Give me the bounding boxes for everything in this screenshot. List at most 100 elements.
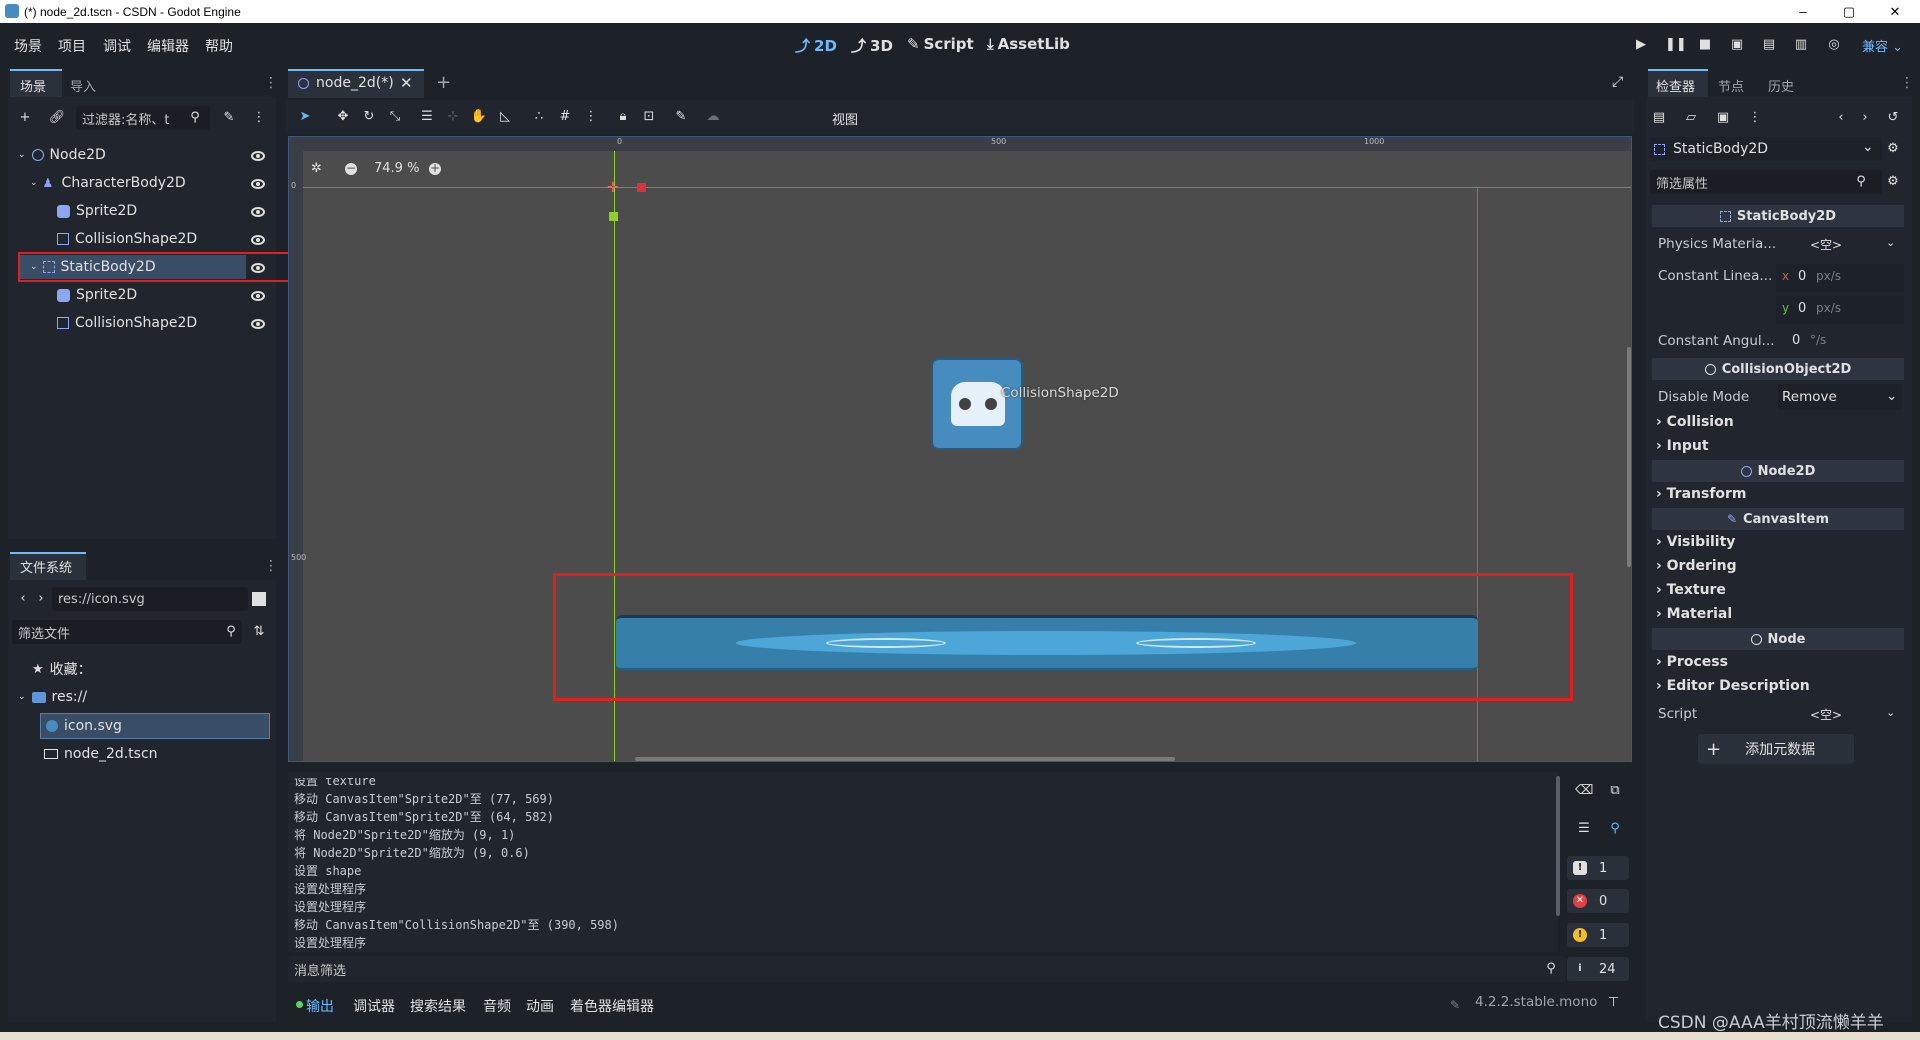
canvas-viewport[interactable]: 0 500 1000 0 500 ✲ − 74.9 % + ✛ Collisio… <box>288 136 1632 762</box>
visibility-eye-icon[interactable] <box>251 263 265 273</box>
tab-history[interactable]: 历史 <box>1768 76 1794 95</box>
close-window-button[interactable]: ✕ <box>1872 0 1918 23</box>
list-select-icon[interactable]: ☰ <box>418 108 436 126</box>
object-history-icon[interactable]: ↺ <box>1884 109 1902 127</box>
group-material[interactable]: › Material <box>1656 606 1732 622</box>
move-tool-icon[interactable]: ✥ <box>334 108 352 126</box>
zoom-in-icon[interactable]: + <box>429 162 441 175</box>
filter-search-icon[interactable]: ⚲ <box>1606 820 1624 838</box>
group-process[interactable]: › Process <box>1656 654 1728 670</box>
zoom-level[interactable]: 74.9 % <box>374 161 419 176</box>
visibility-eye-icon[interactable] <box>251 151 265 161</box>
menu-scene[interactable]: 场景 <box>14 36 42 56</box>
select-tool-icon[interactable]: ➤ <box>296 108 314 126</box>
visibility-eye-icon[interactable] <box>251 207 265 217</box>
menu-editor[interactable]: 编辑器 <box>147 36 189 56</box>
mode-3d-button[interactable]: ⤴ 3D <box>851 35 893 56</box>
visibility-eye-icon[interactable] <box>251 319 265 329</box>
clear-log-icon[interactable]: ⌫ <box>1575 782 1593 800</box>
zoom-out-icon[interactable]: − <box>345 162 357 175</box>
rotate-tool-icon[interactable]: ↻ <box>360 108 378 126</box>
tree-row-collisionshape2d-a[interactable]: CollisionShape2D <box>57 226 197 252</box>
grid-snap-icon[interactable]: # <box>556 108 574 126</box>
visibility-eye-icon[interactable] <box>251 235 265 245</box>
physics-material-value[interactable]: <空> <box>1810 236 1842 253</box>
play-scene-icon[interactable]: ▤ <box>1761 37 1777 53</box>
tab-debugger[interactable]: 调试器 <box>353 996 395 1016</box>
tree-row-sprite2d-a[interactable]: Sprite2D <box>57 198 137 224</box>
property-filter-input[interactable]: 筛选属性 <box>1650 170 1882 194</box>
forward-icon[interactable]: › <box>32 590 50 608</box>
visibility-eye-icon[interactable] <box>251 179 265 189</box>
fs-favorites[interactable]: ★ 收藏： <box>32 656 92 682</box>
error-count-badge[interactable]: ✕ 0 <box>1567 889 1629 913</box>
tab-shader-editor[interactable]: 着色器编辑器 <box>570 996 654 1016</box>
play-icon[interactable]: ▶ <box>1633 37 1649 53</box>
menu-help[interactable]: 帮助 <box>205 36 233 56</box>
center-view-icon[interactable]: ✲ <box>311 161 322 176</box>
expand-panel-icon[interactable]: ⊤ <box>1608 995 1619 1010</box>
resource-menu-icon[interactable]: ⋮ <box>1746 109 1764 127</box>
total-count-badge[interactable]: i 24 <box>1567 957 1629 981</box>
link-icon[interactable]: 🔗︎ <box>48 109 66 127</box>
maximize-button[interactable]: ▢ <box>1826 0 1872 23</box>
sort-icon[interactable]: ⇅ <box>250 623 268 641</box>
menu-project[interactable]: 项目 <box>58 36 86 56</box>
view-menu[interactable]: 视图 <box>832 109 858 128</box>
back-icon[interactable]: ‹ <box>14 590 32 608</box>
snap-options-icon[interactable]: ⋮ <box>582 108 600 126</box>
fs-res-root[interactable]: ⌄ res:// <box>18 684 87 710</box>
group-editor-description[interactable]: › Editor Description <box>1656 678 1810 694</box>
minimize-button[interactable]: – <box>1780 0 1826 23</box>
tab-node2d[interactable]: node_2d(*) <box>316 75 394 91</box>
group-ordering[interactable]: › Ordering <box>1656 558 1737 574</box>
add-tab-icon[interactable]: + <box>436 72 451 93</box>
dock-menu-icon[interactable]: ⋮ <box>1900 75 1914 91</box>
property-options-icon[interactable]: ⚙ <box>1884 173 1902 191</box>
pan-tool-icon[interactable]: ✋ <box>470 108 488 126</box>
group-transform[interactable]: › Transform <box>1656 486 1747 502</box>
group-collision[interactable]: › Collision <box>1656 414 1734 430</box>
tree-row-node2d[interactable]: ⌄ Node2D <box>18 142 106 168</box>
log-scrollbar[interactable] <box>1556 776 1560 916</box>
mode-assetlib-button[interactable]: ⤓ AssetLib <box>987 35 1070 53</box>
group-visibility[interactable]: › Visibility <box>1656 534 1735 550</box>
fs-path-input[interactable]: res://icon.svg <box>52 587 248 611</box>
ruler-tool-icon[interactable]: ◺ <box>496 108 514 126</box>
open-resource-icon[interactable]: ▱ <box>1682 109 1700 127</box>
fs-node2d-tscn[interactable]: node_2d.tscn <box>44 741 158 767</box>
linear-x-field[interactable]: x 0 px/s <box>1776 264 1904 292</box>
tab-animation[interactable]: 动画 <box>526 996 554 1016</box>
group-input[interactable]: › Input <box>1656 438 1709 454</box>
chevron-down-icon[interactable]: ⌄ <box>1886 236 1895 249</box>
tab-filesystem[interactable]: 文件系统 <box>20 557 72 576</box>
collapse-icon[interactable]: ☰ <box>1575 820 1593 838</box>
node-docs-icon[interactable]: ⚙ <box>1884 140 1902 158</box>
scale-tool-icon[interactable]: ⤡ <box>386 108 404 126</box>
info-count-badge[interactable]: ! 1 <box>1567 856 1629 880</box>
angular-value[interactable]: 0 <box>1792 333 1800 348</box>
close-tab-icon[interactable]: ✕ <box>400 74 413 92</box>
handle-green[interactable] <box>609 212 618 221</box>
script-value[interactable]: <空> <box>1810 706 1842 723</box>
history-forward-icon[interactable]: › <box>1856 109 1874 127</box>
godot-sprite[interactable] <box>931 358 1023 450</box>
tree-row-characterbody2d[interactable]: ⌄ ♟ CharacterBody2D <box>30 170 186 196</box>
copy-log-icon[interactable]: ⧉ <box>1606 782 1624 800</box>
lock-icon[interactable]: 🔒︎ <box>614 108 632 126</box>
save-resource-icon[interactable]: ▣ <box>1714 109 1732 127</box>
horizontal-scrollbar[interactable] <box>635 757 1175 761</box>
add-metadata-button[interactable]: + 添加元数据 <box>1698 734 1854 764</box>
play-custom-icon[interactable]: ▥ <box>1793 37 1809 53</box>
menu-debug[interactable]: 调试 <box>103 36 131 56</box>
group-icon[interactable]: ⊡ <box>640 108 658 126</box>
tree-row-collisionshape2d-b[interactable]: CollisionShape2D <box>57 310 197 336</box>
tab-scene[interactable]: 场景 <box>20 76 46 95</box>
distraction-free-icon[interactable]: ⤢ <box>1612 74 1623 90</box>
movie-maker-icon[interactable]: ◎ <box>1826 37 1842 53</box>
add-node-icon[interactable]: + <box>16 109 34 127</box>
pivot-tool-icon[interactable]: ⊹ <box>444 108 462 126</box>
tree-row-sprite2d-b[interactable]: Sprite2D <box>57 282 137 308</box>
message-filter-input[interactable]: 消息筛选 <box>288 956 1566 982</box>
skeleton-icon[interactable]: ✎ <box>672 108 690 126</box>
